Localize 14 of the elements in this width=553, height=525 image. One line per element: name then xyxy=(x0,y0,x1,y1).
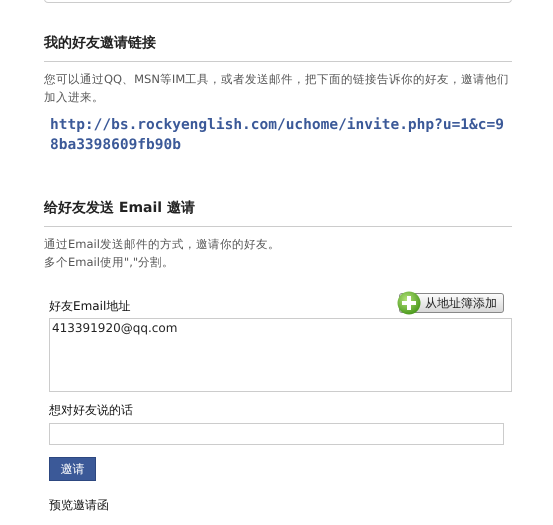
invite-link[interactable]: http://bs.rockyenglish.com/uchome/invite.php?u=1&c=98ba3398609fb90b xyxy=(50,115,512,155)
section-title: 我的好友邀请链接 xyxy=(44,34,512,62)
field-label: 好友Email地址 xyxy=(49,298,130,315)
add-from-address-book-button[interactable]: 从地址簿添加 xyxy=(399,293,504,313)
message-field[interactable] xyxy=(49,423,504,445)
email-field[interactable]: 413391920@qq.com xyxy=(49,318,512,392)
invite-button[interactable]: 邀请 xyxy=(49,457,96,481)
field-label: 想对好友说的话 xyxy=(49,402,134,419)
description: 通过Email发送邮件的方式，邀请你的好友。 xyxy=(44,236,281,253)
section-title: 给好友发送 Email 邀请 xyxy=(44,199,512,227)
preview-label: 预览邀请函 xyxy=(49,497,110,514)
description: 多个Email使用","分割。 xyxy=(44,254,176,271)
description: 您可以通过QQ、MSN等IM工具，或者发送邮件，把下面的链接告诉你的好友，邀请他们加入进来。 xyxy=(44,71,510,106)
plus-icon xyxy=(397,291,421,315)
